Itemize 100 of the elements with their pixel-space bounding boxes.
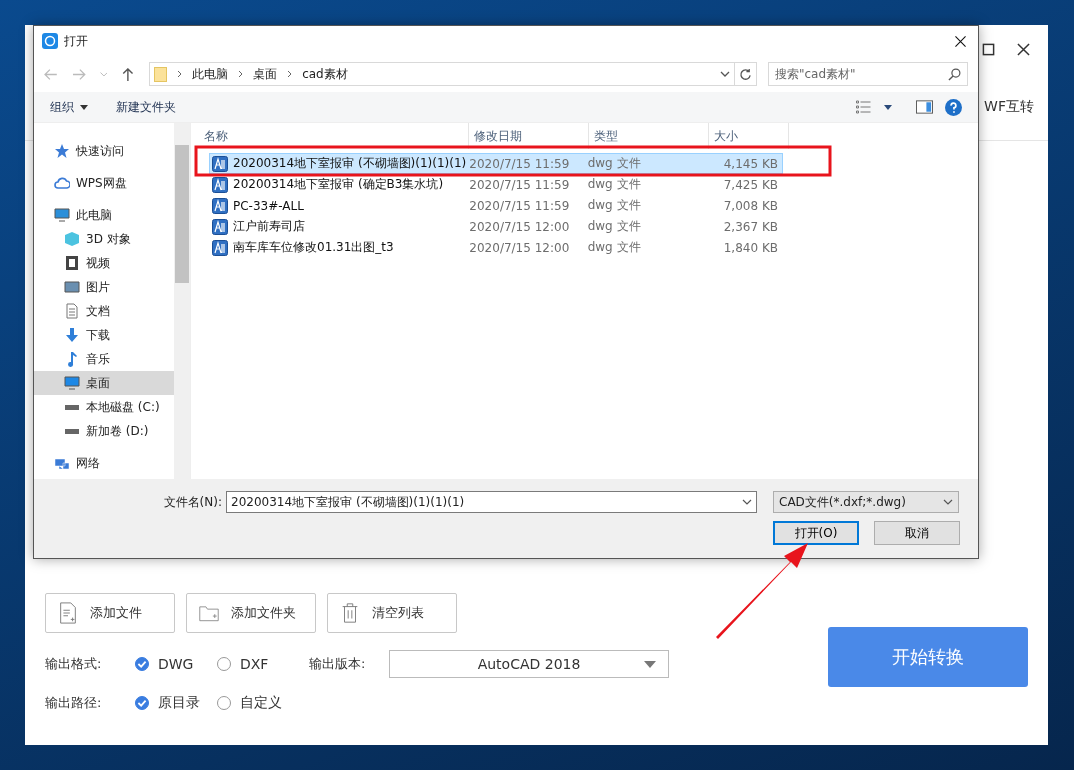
action-button[interactable]: 添加文件 (45, 593, 175, 633)
breadcrumb-item[interactable]: cad素材 (302, 65, 348, 83)
dwg-file-icon (212, 176, 228, 193)
sidebar-item[interactable]: WPS网盘 (34, 171, 174, 195)
dialog-button[interactable]: 取消 (874, 521, 960, 545)
path-radio[interactable]: 自定义 (217, 694, 299, 712)
file-name: 20200314地下室报审 (确定B3集水坑) (233, 176, 444, 193)
toolbar-button[interactable]: 新建文件夹 (116, 98, 176, 116)
file-row[interactable]: 20200314地下室报审 (不砌墙图)(1)(1)(1) 2020/7/15 11:59 dwg 文件 4,145 KB (209, 153, 783, 174)
path-radio[interactable]: 原目录 (135, 694, 217, 712)
path-label: 输出路径: (45, 694, 103, 712)
preview-pane-icon[interactable] (916, 100, 933, 114)
format-radio[interactable]: DWG (135, 656, 217, 672)
sidebar-item[interactable]: 视频 (34, 251, 174, 275)
close-icon[interactable] (955, 35, 966, 47)
column-header[interactable]: 大小 (709, 123, 789, 149)
file-date: 2020/7/15 12:00 (468, 239, 571, 257)
sidebar-item[interactable]: 3D 对象 (34, 227, 174, 251)
file-size: 7,425 KB (722, 176, 779, 194)
file-name: PC-33#-ALL (233, 198, 304, 213)
file-row[interactable]: 南车库车位修改01.31出图_t3 2020/7/15 12:00 dwg 文件 1,840 KB (209, 237, 783, 258)
file-size: 1,840 KB (722, 239, 779, 257)
dwg-file-icon (212, 239, 228, 256)
file-row[interactable]: 20200314地下室报审 (确定B3集水坑) 2020/7/15 11:59 dwg 文件 7,425 KB (209, 174, 783, 195)
column-header[interactable]: 类型 (589, 123, 709, 149)
sidebar-item[interactable]: 下载 (34, 323, 174, 347)
caret-icon[interactable] (884, 104, 892, 110)
address-bar[interactable]: 此电脑 桌面 cad素材 (149, 62, 736, 86)
action-button[interactable]: 清空列表 (327, 593, 457, 633)
sidebar-item[interactable]: 快速访问 (34, 139, 174, 163)
chevron-icon (287, 70, 293, 78)
format-label: 输出格式: (45, 655, 103, 673)
tab-label[interactable]: WF互转 (976, 97, 1034, 116)
maximize-icon[interactable] (982, 42, 995, 56)
toolbar-button[interactable]: 组织 (50, 98, 88, 116)
scrollbar[interactable] (174, 123, 190, 479)
file-size: 2,367 KB (722, 218, 779, 236)
close-icon[interactable] (1017, 42, 1030, 56)
sidebar-item[interactable]: 图片 (34, 275, 174, 299)
help-icon[interactable] (945, 98, 962, 116)
file-size: 7,008 KB (722, 197, 779, 215)
pc-icon (54, 207, 70, 223)
file-name: 南车库车位修改01.31出图_t3 (233, 239, 394, 256)
file-type: dwg 文件 (586, 218, 642, 235)
format-radio[interactable]: DXF (217, 656, 299, 672)
view-icon[interactable] (855, 100, 872, 114)
file-row[interactable]: PC-33#-ALL 2020/7/15 11:59 dwg 文件 7,008 KB (209, 195, 783, 216)
file-type-select[interactable]: CAD文件(*.dxf;*.dwg) (773, 491, 959, 513)
file-date: 2020/7/15 11:59 (468, 197, 571, 215)
check-icon (136, 658, 148, 670)
caret-icon (943, 499, 953, 505)
dialog-title: 打开 (64, 32, 88, 50)
cube-icon (64, 231, 80, 247)
image-icon (64, 279, 80, 295)
caret-icon[interactable] (742, 499, 752, 505)
breadcrumb-item[interactable]: 此电脑 (192, 65, 229, 83)
file-name: 江户前寿司店 (233, 218, 305, 235)
desktop-icon (64, 375, 80, 391)
file-type: dwg 文件 (586, 239, 642, 256)
file-row[interactable]: 江户前寿司店 2020/7/15 12:00 dwg 文件 2,367 KB (209, 216, 783, 237)
breadcrumb-item[interactable]: 桌面 (253, 65, 278, 83)
version-label: 输出版本: (309, 655, 367, 673)
dialog-button[interactable]: 打开(O) (773, 521, 859, 545)
file-date: 2020/7/15 11:59 (468, 155, 571, 173)
sidebar-item[interactable]: 新加卷 (D:) (34, 419, 174, 443)
action-button[interactable]: 添加文件夹 (186, 593, 316, 633)
caret-icon[interactable] (720, 71, 731, 77)
version-select[interactable]: AutoCAD 2018 (389, 650, 669, 678)
sidebar-item[interactable]: 本地磁盘 (C:) (34, 395, 174, 419)
filename-label: 文件名(N): (162, 493, 223, 511)
search-field[interactable]: 搜索"cad素材" (768, 62, 968, 86)
sidebar-item[interactable]: 桌面 (34, 371, 174, 395)
check-icon (136, 697, 148, 709)
caret-icon (644, 661, 656, 668)
sidebar-item[interactable]: 文档 (34, 299, 174, 323)
drive-icon (64, 427, 80, 435)
column-header[interactable]: 名称 (199, 123, 469, 149)
sidebar-item[interactable]: 此电脑 (34, 203, 174, 227)
app-icon (42, 33, 58, 49)
video-icon (64, 255, 80, 271)
star-icon (54, 143, 70, 159)
refresh-button[interactable] (735, 62, 757, 86)
download-icon (64, 327, 80, 343)
dwg-file-icon (212, 155, 228, 172)
chevron-icon (238, 70, 244, 78)
up-icon[interactable] (121, 67, 136, 81)
filename-field[interactable]: 20200314地下室报审 (不砌墙图)(1)(1)(1) (226, 491, 757, 513)
chevron-icon (177, 70, 183, 78)
sidebar-item[interactable]: 音乐 (34, 347, 174, 371)
trash-icon (340, 602, 360, 624)
file-name: 20200314地下室报审 (不砌墙图)(1)(1)(1) (233, 155, 467, 172)
sidebar-item[interactable]: 网络 (34, 451, 174, 475)
drive-icon (64, 403, 80, 411)
file-size: 4,145 KB (722, 155, 779, 173)
file-type: dwg 文件 (586, 176, 642, 193)
search-icon (948, 68, 961, 81)
column-header[interactable]: 修改日期 (469, 123, 589, 149)
file-type: dwg 文件 (586, 155, 642, 172)
cloud-icon (54, 175, 70, 191)
doc-icon (64, 303, 80, 319)
